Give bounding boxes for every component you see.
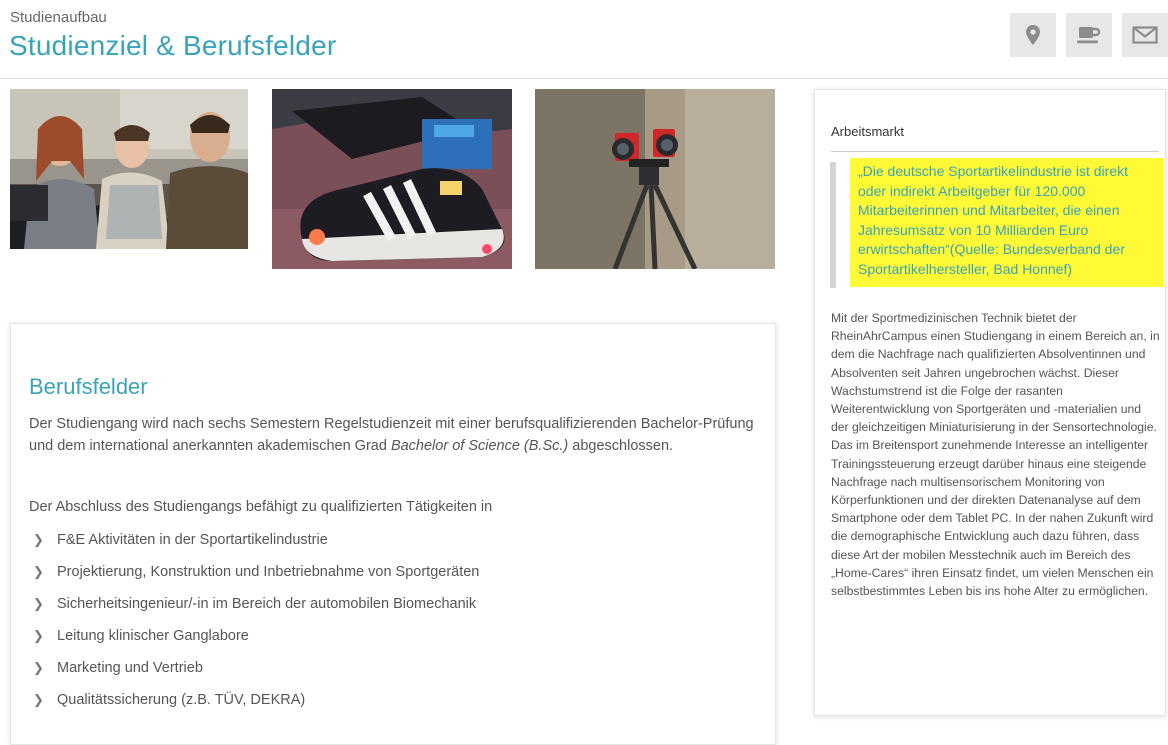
camera-tripod-photo: [535, 89, 775, 269]
list-item: ❯ Sicherheitsingenieur/-in im Bereich der…: [29, 594, 479, 626]
berufsfelder-card: Berufsfelder Der Studiengang wird nach s…: [10, 323, 776, 745]
students-photo: [10, 89, 248, 249]
breadcrumb[interactable]: Studienaufbau: [10, 9, 107, 26]
chevron-right-icon: ❯: [33, 596, 44, 611]
coffee-cup-icon: [1077, 27, 1101, 44]
list-item: ❯ Qualitätssicherung (z.B. TÜV, DEKRA): [29, 690, 479, 722]
chevron-right-icon: ❯: [33, 628, 44, 643]
page-title: Studienziel & Berufsfelder: [9, 30, 337, 61]
list-item-label: F&E Aktivitäten in der Sportartikelindus…: [57, 532, 328, 548]
contact-coffee-button[interactable]: [1066, 13, 1112, 57]
list-item-label: Qualitätssicherung (z.B. TÜV, DEKRA): [57, 692, 306, 708]
degree-paragraph: Der Studiengang wird nach sechs Semester…: [29, 413, 759, 457]
chevron-right-icon: ❯: [33, 660, 44, 675]
chevron-right-icon: ❯: [33, 692, 44, 707]
page-header: Studienaufbau Studienziel & Berufsfelder: [0, 0, 1168, 79]
location-pin-icon: [1026, 25, 1040, 45]
email-button[interactable]: [1122, 13, 1168, 57]
list-item-label: Leitung klinischer Ganglabore: [57, 628, 249, 644]
arbeitsmarkt-card: Arbeitsmarkt „Die deutsche Sportartikeli…: [814, 89, 1166, 716]
qualification-paragraph: Der Abschluss des Studiengangs befähigt …: [29, 499, 493, 515]
section-heading: Berufsfelder: [29, 374, 148, 399]
sensor-shoe-photo: [272, 89, 512, 269]
list-item: ❯ F&E Aktivitäten in der Sportartikelindu…: [29, 530, 479, 562]
degree-name: Bachelor of Science (B.Sc.): [390, 438, 569, 454]
divider: [831, 151, 1159, 152]
list-item-label: Marketing und Vertrieb: [57, 660, 203, 676]
list-item: ❯ Projektierung, Konstruktion und Inbetri…: [29, 562, 479, 594]
degree-text-end: abgeschlossen.: [568, 438, 674, 454]
quote-text: „Die deutsche Sportartikelindustrie ist …: [850, 158, 1164, 287]
list-item: ❯ Marketing und Vertrieb: [29, 658, 479, 690]
location-button[interactable]: [1010, 13, 1056, 57]
market-quote: „Die deutsche Sportartikelindustrie ist …: [830, 158, 1164, 288]
sidebar-title: Arbeitsmarkt: [831, 124, 904, 139]
chevron-right-icon: ❯: [33, 532, 44, 547]
list-item-label: Sicherheitsingenieur/-in im Bereich der …: [57, 596, 477, 612]
list-item: ❯ Leitung klinischer Ganglabore: [29, 626, 479, 658]
list-item-label: Projektierung, Konstruktion und Inbetrie…: [57, 564, 480, 580]
career-list: ❯ F&E Aktivitäten in der Sportartikelindu…: [29, 530, 479, 722]
chevron-right-icon: ❯: [33, 564, 44, 579]
header-tools: [1010, 13, 1168, 57]
sidebar-body-text: Mit der Sportmedizinischen Technik biete…: [831, 311, 1160, 599]
envelope-icon: [1132, 26, 1158, 44]
